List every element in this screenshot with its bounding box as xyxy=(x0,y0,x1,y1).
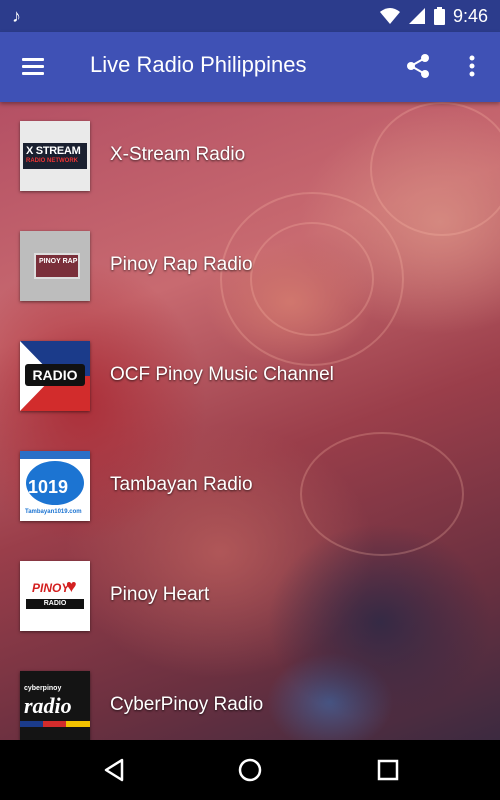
app-title: Live Radio Philippines xyxy=(90,52,307,77)
station-name: Pinoy Rap Radio xyxy=(110,254,253,275)
station-name: Tambayan Radio xyxy=(110,474,253,495)
status-time: 9:46 xyxy=(452,5,488,26)
share-icon xyxy=(407,54,429,78)
logo-text: X STREAM xyxy=(26,145,81,157)
station-name: X-Stream Radio xyxy=(110,144,246,165)
station-logo: RADIO xyxy=(20,341,90,411)
status-bar: ♪ 9:46 xyxy=(0,0,500,32)
music-note-icon: ♪ xyxy=(12,6,21,26)
station-list-container[interactable]: X STREAM RADIO NETWORK X-Stream Radio PI… xyxy=(0,102,500,740)
logo-text: PINOY xyxy=(32,581,70,595)
home-icon xyxy=(238,758,262,782)
station-logo: 1019 Tambayan1019.com xyxy=(20,451,90,521)
overflow-menu-button[interactable] xyxy=(460,52,484,84)
station-name: Pinoy Heart xyxy=(110,584,210,605)
status-icons: 9:46 xyxy=(379,5,488,26)
station-name: CyberPinoy Radio xyxy=(110,694,264,715)
wifi-icon xyxy=(379,8,400,24)
share-button[interactable] xyxy=(404,52,436,84)
logo-text: RADIO xyxy=(25,364,85,386)
station-item-x-stream-radio[interactable]: X STREAM RADIO NETWORK X-Stream Radio xyxy=(0,102,500,212)
home-button[interactable] xyxy=(236,756,264,784)
station-item-pinoy-heart[interactable]: PINOY ♥ RADIO Pinoy Heart xyxy=(0,542,500,652)
back-button[interactable] xyxy=(100,756,128,784)
station-item-cyberpinoy-radio[interactable]: cyberpinoy radio CyberPinoy Radio xyxy=(0,652,500,740)
navigation-bar xyxy=(0,740,500,800)
station-item-tambayan-radio[interactable]: 1019 Tambayan1019.com Tambayan Radio xyxy=(0,432,500,542)
recents-button[interactable] xyxy=(374,756,402,784)
logo-subtext: RADIO NETWORK xyxy=(26,158,78,164)
more-vert-icon xyxy=(469,55,475,77)
logo-subtext: Tambayan1019.com xyxy=(25,509,82,515)
station-logo: PINOY RAP xyxy=(20,231,90,301)
logo-text: 1019 xyxy=(28,477,69,497)
signal-icon xyxy=(408,8,425,24)
station-logo: cyberpinoy radio xyxy=(20,671,90,740)
station-logo: PINOY ♥ RADIO xyxy=(20,561,90,631)
back-icon xyxy=(104,758,124,782)
recents-icon xyxy=(377,759,399,781)
station-logo: X STREAM RADIO NETWORK xyxy=(20,121,90,191)
logo-text: radio xyxy=(24,693,72,718)
logo-text: PINOY RAP xyxy=(39,258,78,265)
app-bar: Live Radio Philippines xyxy=(0,32,500,102)
station-name: OCF Pinoy Music Channel xyxy=(110,364,334,385)
heart-icon: ♥ xyxy=(66,576,77,596)
station-item-ocf-pinoy-music-channel[interactable]: RADIO OCF Pinoy Music Channel xyxy=(0,322,500,432)
hamburger-menu-button[interactable] xyxy=(16,51,48,83)
logo-subtext: cyberpinoy xyxy=(24,685,62,692)
station-item-pinoy-rap-radio[interactable]: PINOY RAP Pinoy Rap Radio xyxy=(0,212,500,322)
battery-icon xyxy=(433,7,445,25)
logo-subtext: RADIO xyxy=(26,599,84,609)
